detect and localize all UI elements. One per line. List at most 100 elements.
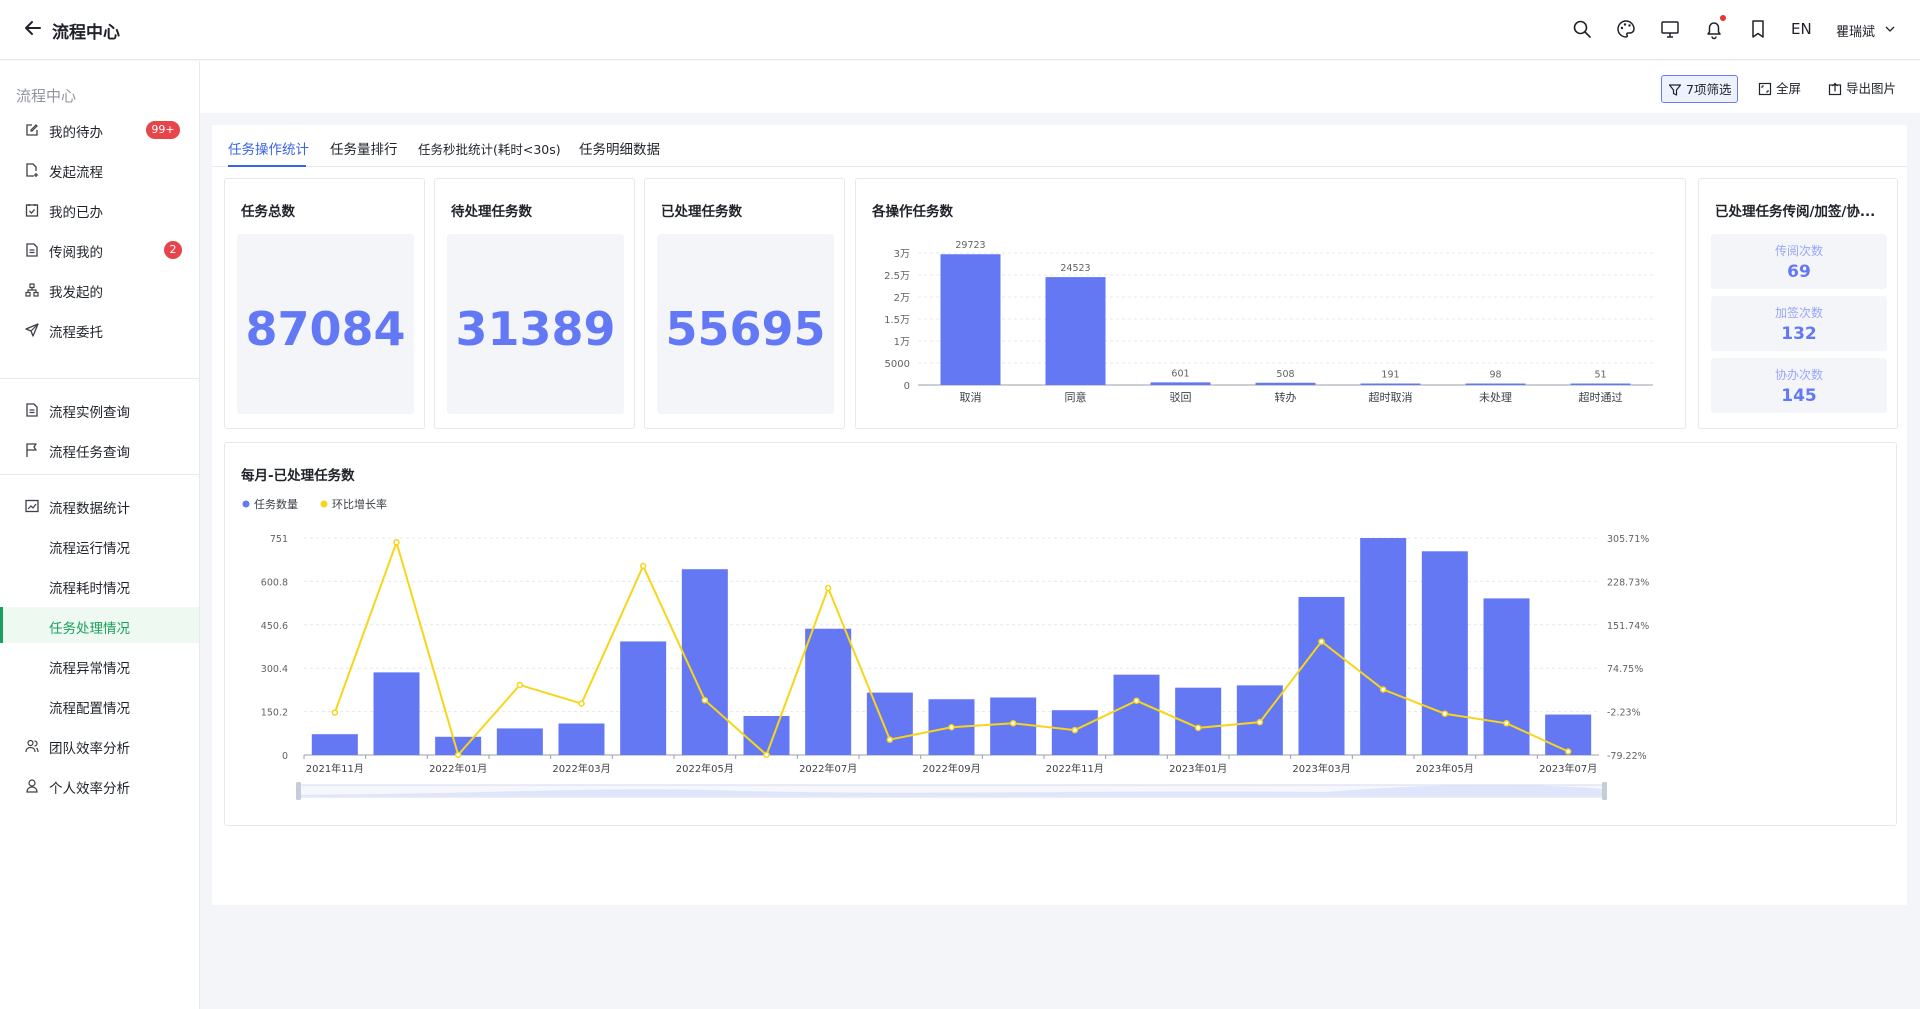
sidebar-item-label: 流程任务查询 [49, 445, 130, 461]
line-point [1318, 638, 1325, 645]
tab-volume-ranking[interactable]: 任务量排行 [330, 138, 398, 158]
monthly-chart-card: 每月-已处理任务数 任务数量 环比增长率 0 150.2 300.4 450.6 600.8… [224, 442, 1897, 826]
card-title: 已处理任务传阅/加签/协... [1715, 204, 1876, 220]
bar [1150, 382, 1211, 385]
zoom-slider-handle-left [296, 782, 301, 800]
line-point [948, 724, 955, 731]
x-tick-label: 2023年05月 [1416, 762, 1474, 775]
data-label: 98 [1489, 370, 1501, 381]
bookmark-icon[interactable] [1747, 18, 1769, 40]
bar [805, 628, 852, 755]
line-point [1256, 718, 1264, 726]
kpi-card-pending: 待处理任务数 31389 [434, 178, 635, 429]
sidebar-item-team-efficiency[interactable]: 团队效率分析 [0, 727, 199, 763]
data-label: 601 [1171, 368, 1189, 379]
sidebar-item-todo[interactable]: 我的待办 99+ [0, 111, 199, 147]
line-point [886, 736, 894, 743]
line-point [1009, 720, 1017, 727]
bar [1360, 383, 1421, 385]
x-tick-label: 同意 [1065, 390, 1087, 404]
fullscreen-label: 全屏 [1776, 81, 1802, 96]
sidebar-item-label: 个人效率分析 [49, 781, 130, 797]
kpi-value: 31389 [455, 302, 616, 356]
bar [1113, 674, 1160, 755]
bar [681, 569, 728, 755]
kpi-card-total: 任务总数 87084 [224, 178, 425, 429]
line-point [639, 562, 647, 570]
line-point [1564, 748, 1572, 755]
bar [1298, 596, 1345, 755]
kpi-value: 55695 [665, 302, 826, 356]
x-tick-label: 驳回 [1170, 391, 1192, 404]
tab-detail-data[interactable]: 任务明细数据 [579, 138, 660, 158]
y-left-tick-label: 300.4 [261, 664, 288, 675]
x-tick-label: 2023年07月 [1539, 762, 1597, 775]
x-tick-label: 2022年05月 [676, 762, 734, 775]
bell-icon[interactable] [1703, 18, 1725, 40]
language-switch[interactable]: EN [1791, 20, 1812, 38]
y-right-tick-label: 74.75% [1607, 664, 1643, 675]
search-icon[interactable] [1571, 18, 1593, 40]
bar [1570, 383, 1631, 385]
legend-label: 环比增长率 [332, 497, 387, 511]
line-point [1379, 686, 1387, 693]
export-image-button[interactable]: 导出图片 [1822, 75, 1906, 103]
sidebar-item-start-process[interactable]: 发起流程 [0, 151, 199, 187]
y-right-tick-label: -79.22% [1607, 751, 1647, 762]
fullscreen-button[interactable]: 全屏 [1752, 75, 1808, 103]
sidebar-item-label: 传阅我的 [49, 245, 103, 261]
sidebar-item-personal-efficiency[interactable]: 个人效率分析 [0, 767, 199, 803]
kpi-box: 31389 [447, 234, 624, 414]
line-point [1503, 720, 1510, 727]
filter-button[interactable]: 7项筛选 [1661, 75, 1738, 103]
sidebar-item-label: 流程异常情况 [49, 661, 130, 677]
y-left-tick-label: 0 [282, 751, 288, 762]
chevron-down-icon[interactable] [1883, 22, 1897, 36]
sidebar-item-run-status[interactable]: 流程运行情况 [0, 527, 199, 563]
sidebar-item-initiated[interactable]: 我发起的 [0, 271, 199, 307]
export-label: 导出图片 [1846, 81, 1897, 96]
sidebar-item-label: 流程实例查询 [49, 405, 130, 421]
line-point [1441, 710, 1449, 717]
data-label: 508 [1276, 369, 1294, 380]
fullscreen-icon [1758, 82, 1772, 96]
sidebar-item-task-query[interactable]: 流程任务查询 [0, 431, 199, 467]
x-tick-label: 转办 [1275, 390, 1297, 404]
sidebar-item-task-handling[interactable]: 任务处理情况 [0, 607, 199, 643]
y-right-tick-label: -2.23% [1607, 708, 1641, 719]
sidebar-item-delegate[interactable]: 流程委托 [0, 311, 199, 347]
sidebar-item-label: 流程运行情况 [49, 541, 130, 557]
top-bar: 流程中心 EN 瞿瑞斌 [0, 0, 1920, 60]
x-tick-label: 2022年09月 [922, 762, 980, 775]
back-arrow-icon[interactable] [22, 17, 44, 39]
y-left-tick-label: 150.2 [261, 708, 288, 719]
sidebar-item-done[interactable]: 我的已办 [0, 191, 199, 227]
x-tick-label: 未处理 [1479, 391, 1512, 404]
document-icon [26, 403, 38, 417]
sidebar-item-exceptions[interactable]: 流程异常情况 [0, 647, 199, 683]
kpi-title: 待处理任务数 [451, 204, 532, 220]
bar [1045, 277, 1106, 385]
tab-bar: 任务操作统计 任务量排行 任务秒批统计(耗时<30s) 任务明细数据 [212, 125, 1907, 167]
tab-operation-stats[interactable]: 任务操作统计 [228, 138, 309, 158]
sidebar-item-statistics[interactable]: 流程数据统计 [0, 487, 199, 523]
export-icon [1828, 82, 1842, 96]
x-tick-label: 取消 [960, 390, 982, 404]
sidebar-item-instance-query[interactable]: 流程实例查询 [0, 391, 199, 427]
kpi-box: 55695 [657, 234, 834, 414]
calendar-check-icon [25, 204, 39, 217]
line-point [1194, 724, 1202, 732]
sidebar-item-time-cost[interactable]: 流程耗时情况 [0, 567, 199, 603]
bar [743, 715, 790, 755]
user-name[interactable]: 瞿瑞斌 [1836, 21, 1875, 40]
sidebar-item-config[interactable]: 流程配置情况 [0, 687, 199, 723]
tab-instant-approval[interactable]: 任务秒批统计(耗时<30s) [418, 139, 561, 158]
y-tick-label: 1.5万 [884, 315, 910, 326]
sidebar-item-cc[interactable]: 传阅我的 2 [0, 231, 199, 267]
palette-icon[interactable] [1615, 18, 1637, 40]
monitor-icon[interactable] [1659, 18, 1681, 40]
sidebar: 流程中心 我的待办 99+ 发起流程 我的已办 传阅我的 2 我发起的 流程委托… [0, 61, 200, 1009]
sidebar-item-label: 任务处理情况 [49, 621, 130, 637]
x-tick-label: 2022年01月 [429, 762, 487, 775]
data-label: 51 [1594, 370, 1606, 381]
